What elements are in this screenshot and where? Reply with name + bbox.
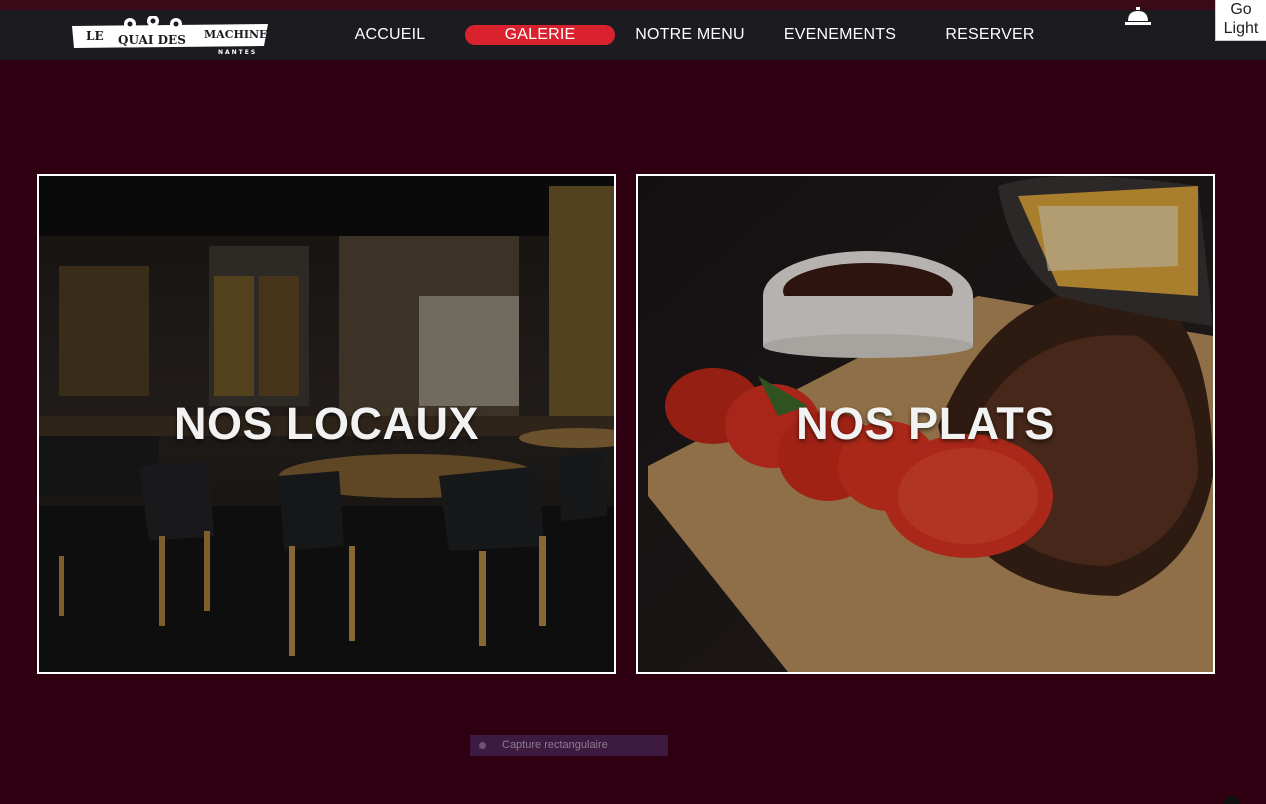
capture-widget[interactable]: Capture rectangulaire xyxy=(470,735,668,756)
svg-text:MACHINES: MACHINES xyxy=(204,28,272,41)
top-strip xyxy=(0,0,1266,10)
corner-circle xyxy=(1224,796,1240,804)
nav-item-notre-menu[interactable]: NOTRE MENU xyxy=(632,25,748,45)
card-title: NOS PLATS xyxy=(796,398,1055,449)
nav-item-evenements[interactable]: EVENEMENTS xyxy=(780,25,900,45)
capture-label: Capture rectangulaire xyxy=(502,739,608,751)
gallery-card-locaux[interactable]: NOS LOCAUX xyxy=(37,174,616,674)
go-light-toggle[interactable]: Go Light xyxy=(1215,0,1266,41)
svg-text:LE: LE xyxy=(86,29,104,43)
gallery-card-plats[interactable]: NOS PLATS xyxy=(636,174,1215,674)
navbar: LE QUAI DES MACHINES NANTES ACCUEIL GALE… xyxy=(0,10,1266,60)
svg-text:NANTES: NANTES xyxy=(218,49,257,56)
nav-item-accueil[interactable]: ACCUEIL xyxy=(350,25,430,45)
nav-item-reserver[interactable]: RESERVER xyxy=(945,25,1035,45)
card-title: NOS LOCAUX xyxy=(173,398,479,449)
service-bell-icon[interactable] xyxy=(1124,6,1152,26)
nav-item-galerie[interactable]: GALERIE xyxy=(465,25,615,45)
svg-text:QUAI DES: QUAI DES xyxy=(118,33,186,47)
site-logo[interactable]: LE QUAI DES MACHINES NANTES xyxy=(68,16,272,56)
capture-dot-icon xyxy=(479,742,486,749)
